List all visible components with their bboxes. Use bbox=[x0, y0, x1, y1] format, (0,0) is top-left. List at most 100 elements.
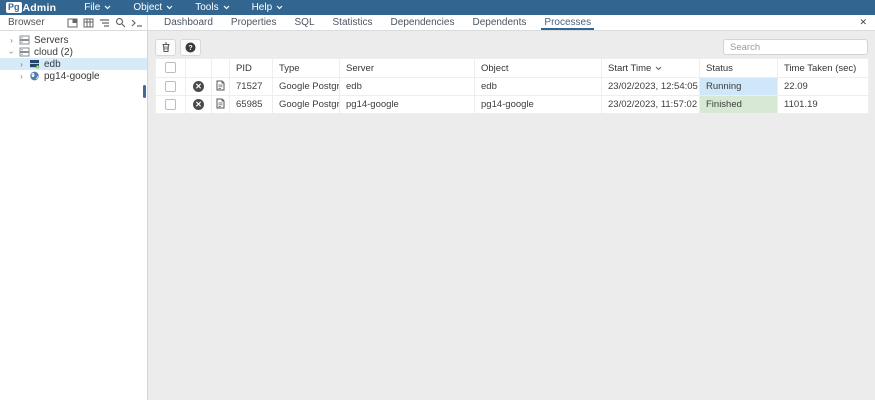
table-row: ✕ 71527 Google PostgreSQL edb edb 23/02/… bbox=[156, 78, 869, 96]
tab-bar: Dashboard Properties SQL Statistics Depe… bbox=[148, 15, 875, 30]
cancel-column-header bbox=[186, 59, 212, 78]
server-group-icon bbox=[19, 47, 30, 57]
chevron-right-icon[interactable]: › bbox=[18, 60, 25, 69]
chevron-down-icon bbox=[276, 5, 283, 10]
tree-item-cloud[interactable]: › cloud (2) bbox=[0, 46, 147, 58]
menu-file-label: File bbox=[84, 2, 100, 13]
row-checkbox[interactable] bbox=[165, 81, 176, 92]
col-server[interactable]: Server bbox=[340, 59, 475, 78]
tab-statistics-label: Statistics bbox=[333, 17, 373, 28]
grid-icon[interactable] bbox=[82, 17, 95, 29]
main-body: › Servers › cloud (2) › edb › pg14-g bbox=[0, 31, 875, 400]
tree-item-pg14-google[interactable]: › pg14-google bbox=[0, 70, 147, 82]
view-details-icon[interactable] bbox=[216, 98, 225, 109]
tab-properties[interactable]: Properties bbox=[222, 15, 286, 30]
panels-icon[interactable] bbox=[66, 17, 79, 29]
app-header: Pg Admin File Object Tools Help bbox=[0, 0, 875, 15]
tree-item-label: Servers bbox=[34, 35, 68, 46]
cell-pid: 65985 bbox=[230, 96, 273, 114]
tab-sql[interactable]: SQL bbox=[286, 15, 324, 30]
cell-object: edb bbox=[475, 78, 602, 96]
tab-dependents[interactable]: Dependents bbox=[463, 15, 535, 30]
browser-tree: › Servers › cloud (2) › edb › pg14-g bbox=[0, 31, 148, 400]
cell-type: Google PostgreSQL bbox=[273, 78, 340, 96]
processes-toolbar: ? bbox=[148, 31, 875, 58]
view-details-icon[interactable] bbox=[216, 80, 225, 91]
cell-server: pg14-google bbox=[340, 96, 475, 114]
menu-tools[interactable]: Tools bbox=[195, 2, 229, 13]
delete-button[interactable] bbox=[155, 39, 176, 56]
tab-dependencies[interactable]: Dependencies bbox=[382, 15, 464, 30]
server-group-icon bbox=[19, 35, 30, 45]
tab-processes[interactable]: Processes bbox=[535, 15, 600, 30]
cell-type: Google PostgreSQL bbox=[273, 96, 340, 114]
sidebar-scrollbar-thumb[interactable] bbox=[143, 85, 146, 98]
cancel-cell: ✕ bbox=[186, 96, 212, 114]
menu-help-label: Help bbox=[252, 2, 273, 13]
table-row: ✕ 65985 Google PostgreSQL pg14-google pg… bbox=[156, 96, 869, 114]
status-badge: Running bbox=[700, 78, 778, 96]
edb-server-icon bbox=[29, 59, 40, 69]
tab-properties-label: Properties bbox=[231, 17, 277, 28]
browser-toolbar bbox=[66, 17, 143, 29]
toolbar-buttons: ? bbox=[155, 39, 201, 56]
pgadmin-logo: Pg Admin bbox=[6, 2, 56, 14]
details-cell bbox=[212, 78, 230, 96]
menu-tools-label: Tools bbox=[195, 2, 218, 13]
row-select-cell bbox=[156, 78, 186, 96]
subheader-row: Browser Dashboard Properties SQL Statist… bbox=[0, 15, 875, 31]
tab-dependents-label: Dependents bbox=[472, 17, 526, 28]
help-icon: ? bbox=[185, 42, 196, 53]
tab-dashboard[interactable]: Dashboard bbox=[155, 15, 222, 30]
close-icon[interactable]: ✕ bbox=[859, 17, 867, 28]
cell-object: pg14-google bbox=[475, 96, 602, 114]
tab-dependencies-label: Dependencies bbox=[391, 17, 455, 28]
filter-tree-icon[interactable] bbox=[98, 17, 111, 29]
postgres-server-icon bbox=[29, 71, 40, 81]
status-badge: Finished bbox=[700, 96, 778, 114]
trash-icon bbox=[161, 42, 171, 53]
cell-time-taken: 22.09 bbox=[778, 78, 869, 96]
menu-help[interactable]: Help bbox=[252, 2, 284, 13]
col-start-time[interactable]: Start Time bbox=[602, 59, 700, 78]
select-all-checkbox[interactable] bbox=[165, 62, 176, 73]
tree-item-label: cloud (2) bbox=[34, 47, 73, 58]
menu-file[interactable]: File bbox=[84, 2, 111, 13]
tree-item-servers[interactable]: › Servers bbox=[0, 34, 147, 46]
tab-processes-label: Processes bbox=[544, 17, 591, 28]
chevron-down-icon bbox=[223, 5, 230, 10]
processes-table: PID Type Server Object Start Time Status… bbox=[155, 58, 869, 114]
menu-bar: File Object Tools Help bbox=[84, 2, 283, 13]
col-status[interactable]: Status bbox=[700, 59, 778, 78]
col-type[interactable]: Type bbox=[273, 59, 340, 78]
chevron-right-icon[interactable]: › bbox=[8, 36, 15, 45]
details-column-header bbox=[212, 59, 230, 78]
row-checkbox[interactable] bbox=[165, 99, 176, 110]
help-button[interactable]: ? bbox=[180, 39, 201, 56]
sort-desc-icon bbox=[655, 66, 662, 71]
cancel-process-icon[interactable]: ✕ bbox=[193, 99, 204, 110]
cell-start-time: 23/02/2023, 12:54:05 bbox=[602, 78, 700, 96]
cancel-process-icon[interactable]: ✕ bbox=[193, 81, 204, 92]
tab-statistics[interactable]: Statistics bbox=[324, 15, 382, 30]
console-icon[interactable] bbox=[130, 17, 143, 29]
details-cell bbox=[212, 96, 230, 114]
chevron-down-icon[interactable]: › bbox=[7, 49, 16, 56]
search-icon[interactable] bbox=[114, 17, 127, 29]
tab-sql-label: SQL bbox=[295, 17, 315, 28]
col-time-taken[interactable]: Time Taken (sec) bbox=[778, 59, 869, 78]
logo-pg-badge: Pg bbox=[6, 2, 22, 13]
processes-panel: ? PID Type Server Object bbox=[148, 31, 875, 400]
logo-admin-text: Admin bbox=[23, 2, 57, 14]
chevron-right-icon[interactable]: › bbox=[18, 72, 25, 81]
cell-pid: 71527 bbox=[230, 78, 273, 96]
browser-title: Browser bbox=[8, 17, 45, 28]
search-input[interactable] bbox=[723, 39, 868, 55]
col-object[interactable]: Object bbox=[475, 59, 602, 78]
tree-item-edb[interactable]: › edb bbox=[0, 58, 147, 70]
menu-object[interactable]: Object bbox=[133, 2, 173, 13]
col-pid[interactable]: PID bbox=[230, 59, 273, 78]
cell-server: edb bbox=[340, 78, 475, 96]
tree-item-label: pg14-google bbox=[44, 71, 100, 82]
cell-start-time: 23/02/2023, 11:57:02 bbox=[602, 96, 700, 114]
